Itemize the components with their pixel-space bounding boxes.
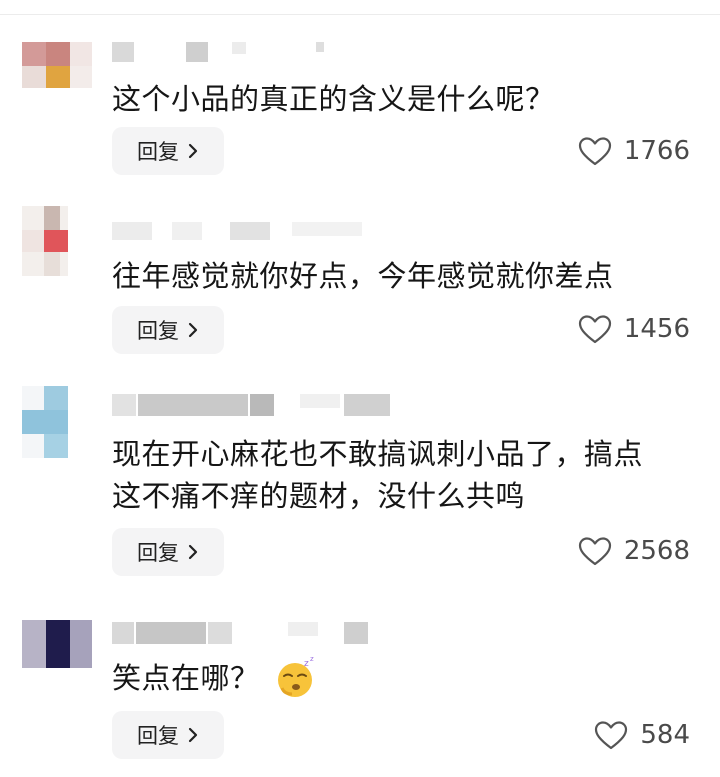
like-button[interactable]: 2568 [578,531,690,571]
comment-text: 笑点在哪？ [112,661,260,695]
heart-outline-icon [578,137,611,166]
reply-button[interactable]: 回复 [112,306,224,354]
like-button[interactable]: 1456 [578,309,690,349]
heart-outline-icon [578,537,611,566]
svg-text:z: z [310,655,314,663]
like-count: 1766 [623,136,690,166]
avatar[interactable] [22,206,68,276]
comment-text: 现在开心麻花也不敢搞讽刺小品了，搞点 这不痛不痒的题材，没什么共鸣 [112,437,644,513]
chevron-right-icon [188,727,198,743]
avatar[interactable] [22,42,92,88]
sleepy-face-emoji: z z [278,655,314,697]
like-button[interactable]: 584 [594,715,690,755]
chevron-right-icon [188,544,198,560]
reply-button[interactable]: 回复 [112,711,224,759]
avatar[interactable] [22,620,92,668]
reply-button[interactable]: 回复 [112,127,224,175]
username-blurred [112,42,412,66]
chevron-right-icon [188,143,198,159]
heart-outline-icon [595,721,628,750]
username-blurred [112,622,412,646]
like-count: 2568 [623,536,690,566]
like-count: 584 [640,720,690,750]
username-blurred [112,394,412,418]
heart-outline-icon [578,315,611,344]
comment-text: 往年感觉就你好点，今年感觉就你差点 [112,259,614,293]
reply-button[interactable]: 回复 [112,528,224,576]
like-count: 1456 [623,314,690,344]
username-blurred [112,222,412,246]
chevron-right-icon [188,322,198,338]
top-divider [0,14,720,15]
like-button[interactable]: 1766 [578,131,690,171]
avatar[interactable] [22,386,68,458]
comment-text: 这个小品的真正的含义是什么呢？ [112,82,555,116]
svg-text:z: z [304,659,309,669]
